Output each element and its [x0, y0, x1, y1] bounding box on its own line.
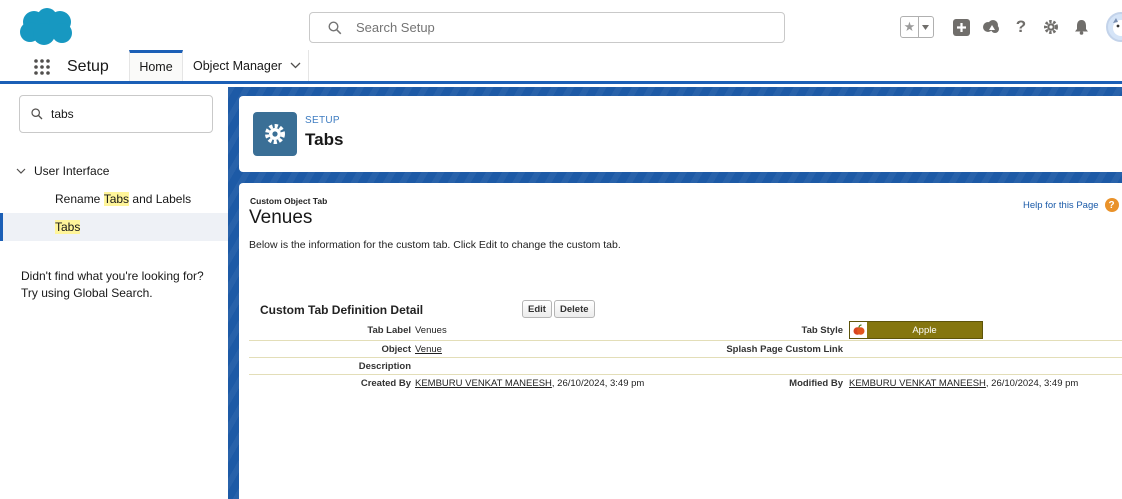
search-icon [328, 20, 342, 34]
tree-section-user-interface[interactable]: User Interface [16, 164, 109, 178]
section-title: Custom Tab Definition Detail [260, 303, 424, 317]
modified-by-date: , 26/10/2024, 3:49 pm [985, 378, 1079, 389]
apple-icon [850, 322, 867, 338]
favorites-group: ★ [900, 16, 934, 38]
sidebar-item-rename-tabs-and-labels[interactable]: Rename Tabs and Labels [0, 185, 228, 213]
tab-home[interactable]: Home [129, 50, 183, 81]
search-icon [31, 108, 43, 120]
tab-home-label: Home [139, 60, 173, 74]
page-header-eyebrow: SETUP [305, 115, 340, 126]
setup-sidebar: User Interface Rename Tabs and Labels Ta… [0, 87, 228, 499]
bell-icon[interactable] [1070, 16, 1092, 38]
field-value-tab-label: Venues [415, 325, 447, 336]
sidebar-item-tabs[interactable]: Tabs [0, 213, 228, 241]
tree-section-label: User Interface [34, 164, 110, 178]
field-label-tab-style: Tab Style [801, 325, 843, 336]
chevron-down-icon [922, 24, 930, 30]
global-header: ★ ? [0, 0, 1122, 50]
field-value-created-by: KEMBURU VENKAT MANEESH, 26/10/2024, 3:49… [415, 378, 644, 389]
field-label-tab-label: Tab Label [367, 325, 411, 336]
app-name: Setup [67, 58, 109, 75]
page-description: Below is the information for the custom … [249, 239, 621, 251]
search-highlight: Tabs [55, 220, 81, 234]
global-search-hint: Didn't find what you're looking for? Try… [21, 269, 204, 300]
detail-row: Created By KEMBURU VENKAT MANEESH, 26/10… [249, 375, 1122, 397]
detail-row: Tab Label Venues Tab Style Apple [249, 319, 1122, 341]
detail-row: Description [249, 358, 1122, 375]
help-link-label: Help for this Page [1023, 199, 1099, 211]
tab-object-manager-label: Object Manager [193, 58, 282, 73]
help-icon[interactable]: ? [1010, 16, 1032, 38]
field-label-splash-page: Splash Page Custom Link [726, 344, 843, 355]
plus-icon[interactable] [950, 16, 972, 38]
field-value-modified-by: KEMBURU VENKAT MANEESH, 26/10/2024, 3:49… [849, 378, 1078, 389]
trailhead-icon[interactable] [980, 16, 1002, 38]
quick-find-box[interactable] [19, 95, 213, 133]
help-for-this-page-link[interactable]: Help for this Page ? [1023, 198, 1119, 212]
sidebar-item-text-pre: Rename [55, 192, 104, 206]
chevron-down-icon[interactable] [290, 62, 301, 69]
gear-icon [253, 112, 297, 156]
context-bar: Setup Home Object Manager [0, 50, 1122, 84]
detail-content: Custom Object Tab Venues Help for this P… [239, 183, 1122, 499]
salesforce-cloud-logo[interactable] [18, 8, 76, 46]
header-icons: ★ ? [900, 12, 1122, 42]
field-label-modified-by: Modified By [789, 378, 843, 389]
main-panel: SETUP Tabs Custom Object Tab Venues Help… [228, 87, 1122, 499]
object-name: Venues [249, 207, 313, 228]
app-launcher-icon[interactable] [33, 58, 51, 76]
global-search-box[interactable] [309, 12, 785, 43]
field-label-description: Description [358, 361, 411, 372]
star-icon[interactable]: ★ [901, 17, 919, 37]
favorites-dropdown-button[interactable] [919, 17, 933, 37]
avatar[interactable] [1106, 12, 1122, 42]
page-header: SETUP Tabs [239, 96, 1122, 172]
search-highlight: Tabs [103, 192, 130, 206]
modified-by-user-link[interactable]: KEMBURU VENKAT MANEESH [849, 378, 986, 389]
field-label-object: Object [381, 344, 411, 355]
field-value-tab-style: Apple [912, 324, 937, 336]
edit-button[interactable]: Edit [522, 300, 552, 318]
detail-row: Object Venue Splash Page Custom Link [249, 341, 1122, 358]
gear-icon[interactable] [1040, 16, 1062, 38]
help-icon: ? [1104, 198, 1119, 212]
chevron-down-icon [16, 168, 26, 174]
tab-style-swatch: Apple [849, 321, 983, 339]
object-type: Custom Object Tab [250, 196, 328, 206]
field-label-created-by: Created By [360, 378, 411, 389]
global-search-input[interactable] [356, 20, 756, 35]
tab-object-manager[interactable]: Object Manager [183, 50, 309, 81]
delete-button[interactable]: Delete [554, 300, 595, 318]
quick-find-input[interactable] [51, 107, 211, 121]
created-by-date: , 26/10/2024, 3:49 pm [551, 378, 645, 389]
field-value-object-link[interactable]: Venue [415, 344, 442, 355]
page-title: Tabs [305, 130, 344, 149]
created-by-user-link[interactable]: KEMBURU VENKAT MANEESH [415, 378, 552, 389]
sidebar-item-text-post: and Labels [129, 192, 192, 206]
